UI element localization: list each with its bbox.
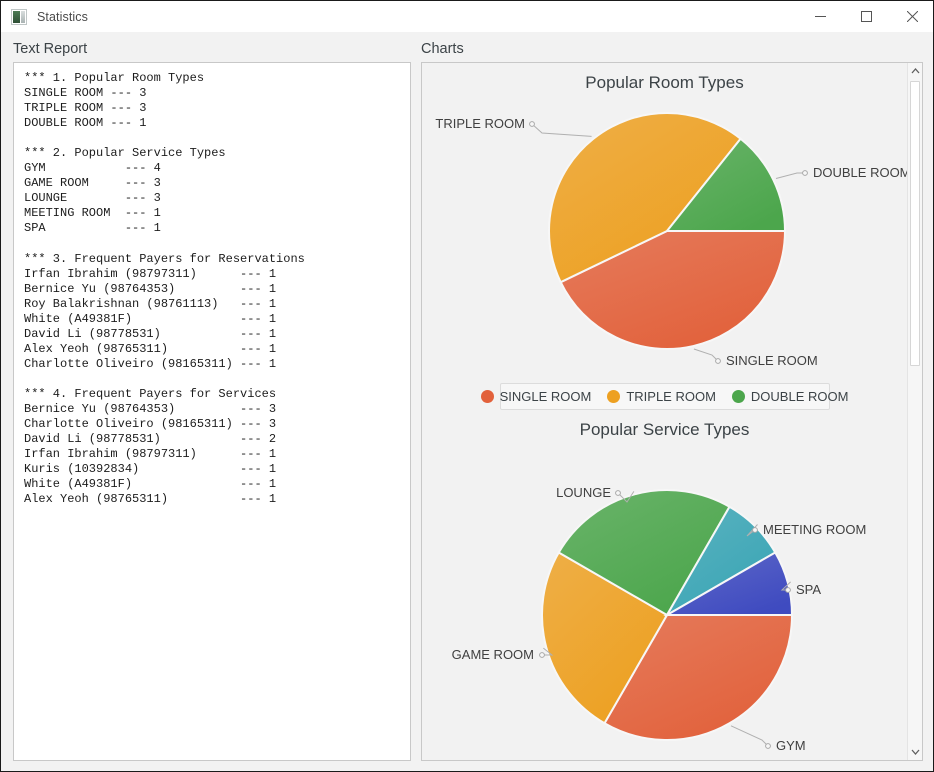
legend-item[interactable]: TRIPLE ROOM <box>607 389 716 404</box>
legend-item[interactable]: SINGLE ROOM <box>480 389 592 404</box>
window-controls <box>797 1 933 32</box>
chart-1-legend: SINGLE ROOM TRIPLE ROOM DOUBLE ROOM <box>480 383 848 410</box>
pie-label-double-room: DOUBLE ROOM <box>775 165 907 180</box>
text-report-pane[interactable]: *** 1. Popular Room Types SINGLE ROOM --… <box>13 62 411 761</box>
legend-swatch-single-room <box>480 390 494 403</box>
pie-label-game-room: GAME ROOM <box>452 647 554 662</box>
chart-popular-room-types: Popular Room Types SINGLE ROOM TRIPLE ROO… <box>422 63 907 410</box>
pie-label-meeting-room: MEETING ROOM <box>746 522 866 537</box>
scrollbar-thumb[interactable] <box>910 81 920 366</box>
pie-label-text: TRIPLE ROOM <box>435 116 525 131</box>
charts-label: Charts <box>421 41 464 57</box>
maximize-icon <box>860 11 872 22</box>
scroll-up-button[interactable] <box>908 63 922 79</box>
charts-viewport: Popular Room Types SINGLE ROOM TRIPLE ROO… <box>422 63 907 760</box>
chevron-down-icon <box>911 749 919 755</box>
pie-label-text: SINGLE ROOM <box>726 353 818 368</box>
chart-2-title: Popular Service Types <box>579 420 750 439</box>
pie-label-triple-room: TRIPLE ROOM <box>435 116 592 137</box>
chevron-up-icon <box>911 68 919 74</box>
app-icon <box>11 8 27 25</box>
pie-chart-service-types: GYM GAME ROOM LOUNGE MEETING ROOM SPA <box>452 485 867 750</box>
legend-item[interactable]: DOUBLE ROOM <box>731 389 849 404</box>
charts-scrollbar[interactable] <box>907 63 922 760</box>
pie-label-text: LOUNGE <box>556 485 611 500</box>
pie-label-single-room: SINGLE ROOM <box>693 348 818 368</box>
pie-label-text: MEETING ROOM <box>763 522 866 537</box>
pie-label-gym: GYM <box>730 725 806 750</box>
report-text: *** 1. Popular Room Types SINGLE ROOM --… <box>24 71 305 507</box>
pie-label-text: GYM <box>776 738 806 750</box>
legend-swatch-triple-room <box>607 390 621 403</box>
legend-label: SINGLE ROOM <box>499 389 592 404</box>
close-icon <box>906 11 918 22</box>
pie-label-text: DOUBLE ROOM <box>813 165 907 180</box>
pie-chart-room-types: SINGLE ROOM TRIPLE ROOM DOUBLE ROOM <box>435 112 907 368</box>
minimize-button[interactable] <box>797 1 843 32</box>
maximize-button[interactable] <box>843 1 889 32</box>
statistics-window: Statistics Text Report Charts *** 1. Pop… <box>0 0 934 772</box>
title-bar: Statistics <box>1 1 933 32</box>
charts-pane: Popular Room Types SINGLE ROOM TRIPLE ROO… <box>421 62 923 761</box>
legend-swatch-double-room <box>731 390 745 403</box>
legend-label: DOUBLE ROOM <box>750 389 849 404</box>
legend-label: TRIPLE ROOM <box>626 389 716 404</box>
minimize-icon <box>814 16 826 17</box>
chart-popular-service-types: Popular Service Types GYM GAME ROOM LOUNGE… <box>422 410 907 750</box>
close-button[interactable] <box>889 1 933 32</box>
window-title: Statistics <box>37 9 89 24</box>
pie-label-text: SPA <box>796 582 821 597</box>
scroll-down-button[interactable] <box>908 744 922 760</box>
text-report-label: Text Report <box>13 41 88 57</box>
pie-label-text: GAME ROOM <box>452 647 534 662</box>
chart-1-title: Popular Room Types <box>585 73 744 92</box>
